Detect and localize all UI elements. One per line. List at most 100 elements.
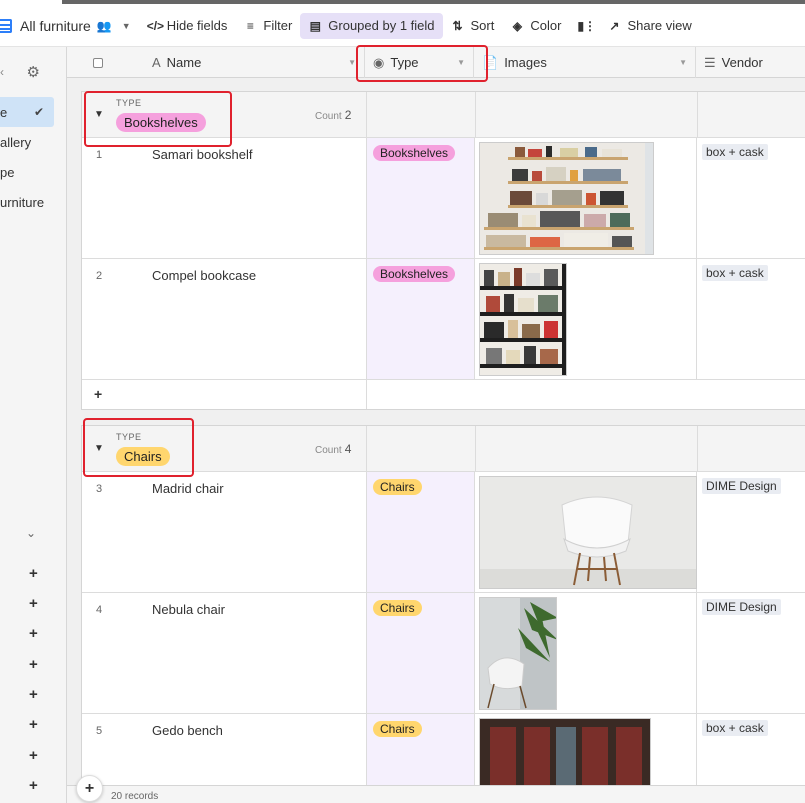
group-button[interactable]: ▤ Grouped by 1 field bbox=[300, 12, 443, 39]
plus-icon[interactable]: + bbox=[94, 386, 102, 402]
filter-button[interactable]: ≡ Filter bbox=[235, 13, 300, 39]
add-view-icon[interactable]: + bbox=[29, 565, 38, 582]
images-cell[interactable] bbox=[475, 593, 697, 713]
column-label: Vendor bbox=[721, 55, 763, 70]
add-view-icon[interactable]: + bbox=[29, 595, 38, 612]
table-row[interactable]: 4 Nebula chair Chairs DIME Design bbox=[82, 593, 805, 714]
vendor-chip[interactable]: DIME Design bbox=[702, 478, 781, 494]
collapse-triangle-icon[interactable]: ▼ bbox=[94, 109, 104, 120]
views-sidebar: ‹ ⚙ e ✔ allery pe urniture ⌄ + + + + + +… bbox=[0, 47, 67, 803]
group-field-label: TYPE bbox=[116, 98, 142, 108]
images-cell[interactable] bbox=[475, 259, 697, 379]
vendor-chip[interactable]: box + cask bbox=[702, 144, 768, 160]
record-name[interactable]: Gedo bench bbox=[152, 723, 223, 738]
table-row[interactable]: 2 Compel bookcase Bookshelves box + cask bbox=[82, 259, 805, 380]
sidebar-item-label: allery bbox=[0, 134, 32, 150]
select-all-checkbox[interactable] bbox=[93, 57, 103, 68]
table-row[interactable]: 1 Samari bookshelf Bookshelves box + cas… bbox=[82, 138, 805, 259]
add-view-icon[interactable]: + bbox=[29, 656, 38, 673]
share-view-label: Share view bbox=[627, 18, 692, 33]
linked-record-icon: ☰ bbox=[704, 54, 716, 70]
chevron-left-icon[interactable]: ‹ bbox=[0, 65, 4, 79]
divider bbox=[697, 426, 698, 471]
type-cell[interactable]: Bookshelves bbox=[366, 138, 475, 258]
group-count-value: 4 bbox=[344, 442, 352, 456]
vendor-chip[interactable]: box + cask bbox=[702, 720, 768, 736]
sidebar-item-label: urniture bbox=[0, 194, 45, 210]
divider bbox=[366, 92, 367, 137]
add-view-icon[interactable]: + bbox=[29, 716, 38, 733]
record-name[interactable]: Samari bookshelf bbox=[152, 147, 252, 162]
type-pill: Bookshelves bbox=[373, 266, 456, 282]
type-cell[interactable]: Chairs bbox=[366, 472, 475, 592]
add-view-icon[interactable]: + bbox=[29, 747, 38, 764]
bookcase-thumbnail[interactable] bbox=[479, 263, 567, 376]
images-cell[interactable] bbox=[475, 472, 697, 592]
group-label: Grouped by 1 field bbox=[328, 18, 435, 33]
text-field-icon: A bbox=[152, 55, 161, 70]
record-name[interactable]: Madrid chair bbox=[152, 481, 224, 496]
column-header-row: A Name ▼ ◉ Type ▼ 📄 Images ▼ ☰ Vendor bbox=[67, 47, 805, 78]
chevron-down-icon[interactable]: ▼ bbox=[457, 58, 465, 67]
chevron-down-icon[interactable]: ▼ bbox=[348, 58, 356, 67]
vendor-chip[interactable]: box + cask bbox=[702, 265, 768, 281]
column-header-vendor[interactable]: ☰ Vendor bbox=[696, 47, 805, 78]
sidebar-item-label: e bbox=[0, 104, 8, 120]
type-cell[interactable]: Chairs bbox=[366, 593, 475, 713]
gear-icon[interactable]: ⚙ bbox=[27, 63, 40, 81]
type-cell[interactable]: Bookshelves bbox=[366, 259, 475, 379]
vendor-cell[interactable]: DIME Design bbox=[697, 593, 805, 713]
add-view-icon[interactable]: + bbox=[29, 686, 38, 703]
add-view-icon[interactable]: + bbox=[29, 625, 38, 642]
collapse-triangle-icon[interactable]: ▼ bbox=[94, 443, 104, 454]
column-label: Images bbox=[504, 55, 547, 70]
vendor-chip[interactable]: DIME Design bbox=[702, 599, 781, 615]
share-view-button[interactable]: ↗ Share view bbox=[599, 13, 699, 39]
add-record-button[interactable]: + bbox=[76, 775, 103, 802]
sort-button[interactable]: ⇅ Sort bbox=[443, 13, 503, 39]
row-height-button[interactable]: ▮⋮ bbox=[569, 13, 599, 39]
sidebar-item-type[interactable]: pe bbox=[0, 157, 66, 187]
chevron-down-icon[interactable]: ▼ bbox=[679, 58, 687, 67]
sidebar-item-gallery[interactable]: allery bbox=[0, 127, 66, 157]
column-header-type[interactable]: ◉ Type ▼ bbox=[365, 47, 474, 78]
group-chairs: ▼ TYPE Chairs Count 4 3 Madrid chair Chai… bbox=[81, 425, 805, 803]
row-number: 3 bbox=[96, 483, 103, 495]
record-name[interactable]: Compel bookcase bbox=[152, 268, 256, 283]
records-grid: A Name ▼ ◉ Type ▼ 📄 Images ▼ ☰ Vendor ▼ … bbox=[67, 47, 805, 803]
table-row[interactable]: 3 Madrid chair Chairs DIME Design bbox=[82, 472, 805, 593]
nebula-chair-thumbnail[interactable] bbox=[479, 597, 557, 710]
column-header-images[interactable]: 📄 Images ▼ bbox=[474, 47, 696, 78]
group-header[interactable]: ▼ TYPE Chairs Count 4 bbox=[82, 426, 805, 472]
type-pill: Chairs bbox=[373, 721, 422, 737]
record-name[interactable]: Nebula chair bbox=[152, 602, 225, 617]
check-icon: ✔ bbox=[33, 105, 44, 119]
row-number: 4 bbox=[96, 604, 103, 616]
hide-fields-button[interactable]: </> Hide fields bbox=[139, 13, 236, 39]
color-button[interactable]: ◈ Color bbox=[502, 13, 569, 39]
column-header-name[interactable]: A Name ▼ bbox=[137, 47, 365, 78]
group-count: Count 2 bbox=[315, 108, 351, 122]
chevron-down-icon[interactable]: ⌄ bbox=[26, 526, 36, 540]
sidebar-item-furniture[interactable]: urniture bbox=[0, 187, 66, 217]
add-view-icon[interactable]: + bbox=[29, 777, 38, 794]
view-toolbar: All furniture 👥 ▼ </> Hide fields ≡ Filt… bbox=[0, 5, 805, 47]
row-number: 1 bbox=[96, 149, 103, 161]
divider bbox=[475, 92, 476, 137]
images-cell[interactable] bbox=[475, 138, 697, 258]
add-record-row[interactable]: + bbox=[82, 380, 805, 409]
vendor-cell[interactable]: DIME Design bbox=[697, 472, 805, 592]
view-switcher[interactable]: All furniture 👥 ▼ bbox=[0, 13, 139, 39]
vendor-cell[interactable]: box + cask bbox=[697, 259, 805, 379]
grid-footer: 20 records bbox=[67, 785, 805, 803]
collaborative-users-icon: 👥 bbox=[96, 18, 112, 33]
eye-slash-icon: </> bbox=[146, 18, 165, 33]
divider bbox=[475, 426, 476, 471]
bookshelf-thumbnail[interactable] bbox=[479, 142, 654, 255]
select-all-cell[interactable] bbox=[67, 47, 137, 78]
sidebar-item-grid-view[interactable]: e ✔ bbox=[0, 97, 54, 127]
vendor-cell[interactable]: box + cask bbox=[697, 138, 805, 258]
chair-thumbnail[interactable] bbox=[479, 476, 697, 589]
group-header[interactable]: ▼ TYPE Bookshelves Count 2 bbox=[82, 92, 805, 138]
group-count-value: 2 bbox=[344, 108, 352, 122]
